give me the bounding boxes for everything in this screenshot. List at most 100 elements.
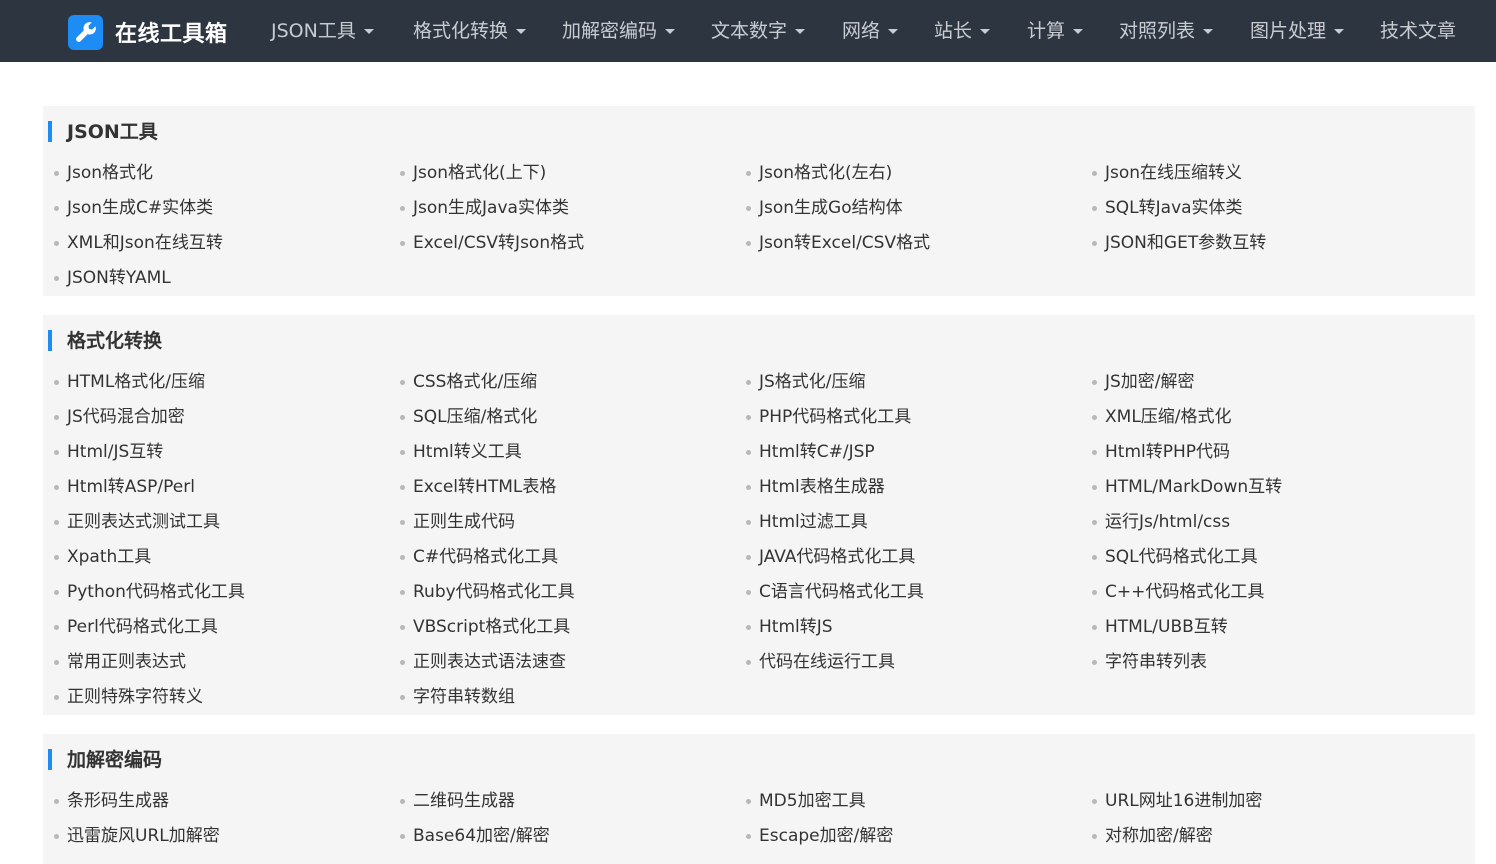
tool-link[interactable]: HTML/MarkDown互转 — [1081, 475, 1282, 499]
tool-link[interactable]: Python代码格式化工具 — [43, 580, 245, 604]
tool-link[interactable]: 字符串转列表 — [1081, 650, 1207, 674]
tool-link[interactable]: SQL转Java实体类 — [1081, 196, 1243, 220]
tool-link[interactable]: Json格式化 — [43, 161, 153, 185]
tool-link-label: Html转PHP代码 — [1105, 442, 1231, 462]
brand-name: 在线工具箱 — [115, 22, 228, 47]
tool-link[interactable]: MD5加密工具 — [735, 789, 866, 813]
nav-network[interactable]: 网络 — [842, 18, 899, 44]
bullet-dot-icon — [1092, 520, 1097, 525]
tool-link[interactable]: Excel转HTML表格 — [389, 475, 556, 499]
tool-link[interactable]: Perl代码格式化工具 — [43, 615, 218, 639]
tool-link[interactable]: PHP代码格式化工具 — [735, 405, 911, 429]
tool-link[interactable]: SQL代码格式化工具 — [1081, 545, 1258, 569]
tool-link-label: 条形码生成器 — [67, 791, 169, 811]
tool-link[interactable]: 正则特殊字符转义 — [43, 685, 203, 709]
bullet-dot-icon — [400, 660, 405, 665]
nav-encrypt-encode[interactable]: 加解密编码 — [562, 18, 676, 44]
nav-text-number[interactable]: 文本数字 — [711, 18, 806, 44]
tool-link[interactable]: Json格式化(上下) — [389, 161, 546, 185]
tool-link[interactable]: Base64加密/解密 — [389, 824, 550, 848]
tool-link[interactable]: 正则表达式测试工具 — [43, 510, 220, 534]
tool-link-label: Html转C#/JSP — [759, 442, 875, 462]
bullet-dot-icon — [400, 834, 405, 839]
nav-calculate[interactable]: 计算 — [1027, 18, 1084, 44]
tool-link[interactable]: CSS格式化/压缩 — [389, 370, 537, 394]
tool-link-label: Excel/CSV转Json格式 — [413, 233, 585, 253]
tool-link-label: 代码在线运行工具 — [759, 652, 895, 672]
tool-link[interactable]: 正则生成代码 — [389, 510, 515, 534]
tool-link[interactable]: Html转义工具 — [389, 440, 522, 464]
tool-link-label: C#代码格式化工具 — [413, 547, 559, 567]
tool-link[interactable]: Escape加密/解密 — [735, 824, 893, 848]
tool-link[interactable]: Json转Excel/CSV格式 — [735, 231, 930, 255]
tool-link[interactable]: Excel/CSV转Json格式 — [389, 231, 584, 255]
bullet-dot-icon — [54, 415, 59, 420]
tool-link-label: Html转JS — [759, 617, 833, 637]
tool-link[interactable]: 代码在线运行工具 — [735, 650, 895, 674]
tool-link[interactable]: Html转ASP/Perl — [43, 475, 195, 499]
tool-link[interactable]: 正则表达式语法速查 — [389, 650, 566, 674]
tool-link[interactable]: Xpath工具 — [43, 545, 151, 569]
tool-link[interactable]: C++代码格式化工具 — [1081, 580, 1264, 604]
tool-link[interactable]: Html表格生成器 — [735, 475, 885, 499]
tool-link[interactable]: SQL压缩/格式化 — [389, 405, 537, 429]
bullet-dot-icon — [746, 799, 751, 804]
bullet-dot-icon — [400, 520, 405, 525]
tool-link[interactable]: XML和Json在线互转 — [43, 231, 223, 255]
tool-link[interactable]: Ruby代码格式化工具 — [389, 580, 575, 604]
tool-link[interactable]: JAVA代码格式化工具 — [735, 545, 915, 569]
tool-link[interactable]: Json生成Go结构体 — [735, 196, 903, 220]
nav-reference-lists[interactable]: 对照列表 — [1119, 18, 1214, 44]
nav-label: 对照列表 — [1119, 20, 1196, 42]
tool-link[interactable]: Json生成Java实体类 — [389, 196, 569, 220]
tool-link[interactable]: C#代码格式化工具 — [389, 545, 558, 569]
brand-link[interactable]: 在线工具箱 — [68, 14, 228, 50]
nav-json-tools[interactable]: JSON工具 — [271, 18, 374, 44]
bullet-dot-icon — [746, 834, 751, 839]
tool-link[interactable]: Json格式化(左右) — [735, 161, 892, 185]
tool-link[interactable]: JSON转YAML — [43, 266, 171, 290]
tool-link[interactable]: Html过滤工具 — [735, 510, 868, 534]
tool-link-label: HTML/UBB互转 — [1105, 617, 1228, 637]
tool-link-label: URL网址16进制加密 — [1105, 791, 1263, 811]
tool-link[interactable]: Json生成C#实体类 — [43, 196, 213, 220]
tool-link-label: Html转ASP/Perl — [67, 477, 195, 497]
tool-link[interactable]: URL网址16进制加密 — [1081, 789, 1262, 813]
bullet-dot-icon — [54, 450, 59, 455]
bullet-dot-icon — [1092, 415, 1097, 420]
tool-link-label: SQL代码格式化工具 — [1105, 547, 1258, 567]
tool-link[interactable]: JS代码混合加密 — [43, 405, 185, 429]
tool-link[interactable]: 常用正则表达式 — [43, 650, 186, 674]
tool-link[interactable]: 条形码生成器 — [43, 789, 169, 813]
tool-link[interactable]: 运行Js/html/css — [1081, 510, 1230, 534]
tool-link[interactable]: Json在线压缩转义 — [1081, 161, 1242, 185]
tool-link[interactable]: Html转C#/JSP — [735, 440, 875, 464]
tool-link[interactable]: 对称加密/解密 — [1081, 824, 1213, 848]
tool-link[interactable]: VBScript格式化工具 — [389, 615, 570, 639]
tool-link[interactable]: Html转PHP代码 — [1081, 440, 1230, 464]
tool-link-label: Json生成C#实体类 — [67, 198, 214, 218]
tool-link[interactable]: JS格式化/压缩 — [735, 370, 866, 394]
bullet-dot-icon — [54, 276, 59, 281]
tool-link[interactable]: 二维码生成器 — [389, 789, 515, 813]
nav-webmaster[interactable]: 站长 — [934, 18, 991, 44]
nav-image-processing[interactable]: 图片处理 — [1250, 18, 1345, 44]
tool-link[interactable]: Html/JS互转 — [43, 440, 163, 464]
nav-tech-articles[interactable]: 技术文章 — [1380, 18, 1456, 44]
tool-link[interactable]: XML压缩/格式化 — [1081, 405, 1232, 429]
nav-format-convert[interactable]: 格式化转换 — [413, 18, 527, 44]
tool-link-label: 对称加密/解密 — [1105, 826, 1213, 846]
tool-link[interactable]: 迅雷旋风URL加解密 — [43, 824, 220, 848]
tool-link[interactable]: JSON和GET参数互转 — [1081, 231, 1266, 255]
tool-link[interactable]: JS加密/解密 — [1081, 370, 1195, 394]
tool-link[interactable]: Html转JS — [735, 615, 833, 639]
bullet-dot-icon — [746, 555, 751, 560]
bullet-dot-icon — [1092, 241, 1097, 246]
bullet-dot-icon — [54, 241, 59, 246]
tool-link[interactable]: C语言代码格式化工具 — [735, 580, 924, 604]
tool-link[interactable]: 字符串转数组 — [389, 685, 515, 709]
tool-link[interactable]: HTML/UBB互转 — [1081, 615, 1228, 639]
tool-link[interactable]: HTML格式化/压缩 — [43, 370, 205, 394]
tool-link-label: 常用正则表达式 — [67, 652, 186, 672]
bullet-dot-icon — [54, 625, 59, 630]
